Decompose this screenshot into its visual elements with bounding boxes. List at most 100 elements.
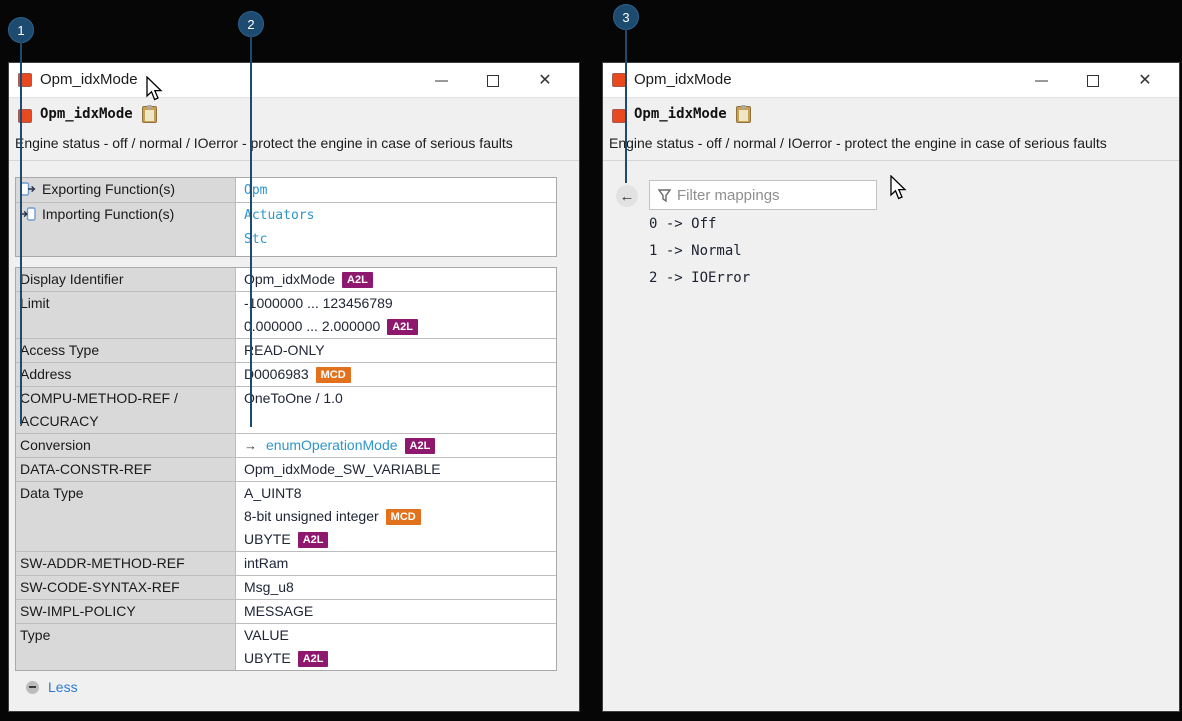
property-value-text: A_UINT8 (244, 485, 302, 501)
right-window-title: Opm_idxMode (634, 63, 732, 97)
less-expander[interactable]: Less (26, 679, 579, 695)
property-value: -1000000 ... 1234567890.000000 ... 2.000… (236, 292, 556, 338)
property-value-line: 8-bit unsigned integer MCD (244, 505, 548, 528)
a2l-badge: A2L (342, 272, 373, 288)
a2l-badge: A2L (298, 651, 329, 667)
conversion-link[interactable]: enumOperationMode (266, 437, 398, 453)
property-label: Access Type (16, 339, 236, 362)
left-window-title: Opm_idxMode (40, 63, 138, 97)
left-titlebar[interactable]: Opm_idxMode ✕ (9, 63, 579, 98)
property-value-text: Opm_idxMode (244, 271, 335, 287)
property-value-line: MESSAGE (244, 600, 548, 623)
export-function-icon (20, 182, 36, 196)
mappings-list: 0 -> Off1 -> Normal2 -> IOError (649, 211, 750, 292)
property-value: OneToOne / 1.0 (236, 387, 556, 433)
minimize-button[interactable] (1015, 63, 1067, 98)
mcd-badge: MCD (386, 509, 421, 525)
property-row: DATA-CONSTR-REFOpm_idxMode_SW_VARIABLE (16, 458, 556, 482)
property-row: Address D0006983 MCD (16, 363, 556, 387)
property-value: READ-ONLY (236, 339, 556, 362)
close-button[interactable]: ✕ (1119, 63, 1171, 98)
mapping-item: 1 -> Normal (649, 238, 750, 265)
function-link[interactable]: Opm (244, 183, 267, 198)
maximize-icon (1087, 75, 1099, 87)
clipboard-icon[interactable] (736, 106, 751, 123)
property-value-text: VALUE (244, 627, 289, 643)
filter-mappings-input[interactable] (677, 187, 876, 204)
function-row-label: Exporting Function(s) (42, 178, 175, 201)
less-link[interactable]: Less (48, 679, 78, 695)
property-value-text: UBYTE (244, 531, 291, 547)
property-table: Display IdentifierOpm_idxModeA2LLimit-10… (15, 267, 557, 671)
function-row: Importing Function(s) Actuators Stc (16, 203, 556, 256)
function-link[interactable]: Actuators (244, 208, 314, 223)
property-value-text: intRam (244, 555, 288, 571)
property-value-line: Msg_u8 (244, 576, 548, 599)
property-row: Display Identifier Opm_idxMode A2L (16, 268, 556, 292)
close-button[interactable]: ✕ (519, 63, 571, 98)
goto-conversion-arrow-icon[interactable]: → (244, 438, 257, 453)
property-value-text: Msg_u8 (244, 579, 294, 595)
maximize-button[interactable] (467, 63, 519, 98)
maximize-icon (487, 75, 499, 87)
property-label: SW-ADDR-METHOD-REF (16, 552, 236, 575)
function-link-line: Stc (244, 227, 548, 251)
callout-badge-2: 2 (238, 11, 264, 37)
property-value-text: Opm_idxMode_SW_VARIABLE (244, 461, 441, 477)
right-object-header: Opm_idxMode Engine status - off / normal… (603, 98, 1179, 161)
function-row-values: Opm (236, 178, 556, 202)
a2l-badge: A2L (298, 532, 329, 548)
minimize-button[interactable] (415, 63, 467, 98)
back-arrow-icon[interactable]: ← (616, 185, 638, 207)
property-value: → enumOperationMode A2L (236, 434, 556, 457)
clipboard-icon[interactable] (142, 106, 157, 123)
filter-mappings-box (649, 180, 877, 210)
close-icon: ✕ (1138, 73, 1151, 89)
function-link-line: Opm (244, 178, 548, 202)
maximize-button[interactable] (1067, 63, 1119, 98)
property-label: COMPU-METHOD-REF / ACCURACY (16, 387, 236, 433)
property-value: VALUE UBYTEA2L (236, 624, 556, 670)
collapse-minus-icon[interactable] (26, 681, 39, 694)
property-value: Opm_idxMode A2L (236, 268, 556, 291)
property-label: SW-CODE-SYNTAX-REF (16, 576, 236, 599)
property-value-line: UBYTE A2L (244, 528, 548, 551)
property-value-line: Opm_idxMode A2L (244, 268, 548, 291)
property-label: Display Identifier (16, 268, 236, 291)
a2l-badge: A2L (405, 438, 436, 454)
function-link[interactable]: Stc (244, 232, 267, 247)
property-value-line: intRam (244, 552, 548, 575)
right-content: ← 0 -> Off1 -> Normal2 -> IOError (603, 161, 1179, 711)
property-row: SW-IMPL-POLICYMESSAGE (16, 600, 556, 624)
property-value-text: 8-bit unsigned integer (244, 508, 379, 524)
right-titlebar[interactable]: Opm_idxMode ✕ (603, 63, 1179, 98)
property-row: SW-CODE-SYNTAX-REF Msg_u8 (16, 576, 556, 600)
property-label: Address (16, 363, 236, 386)
function-link-line: Actuators (244, 203, 548, 227)
mapping-item: 0 -> Off (649, 211, 750, 238)
property-value-line: UBYTEA2L (244, 647, 548, 670)
left-content: Exporting Function(s) Opm Importing Functi… (9, 161, 579, 711)
object-name: Opm_idxMode (634, 106, 727, 122)
callout-line-2 (250, 36, 252, 427)
minimize-icon (1035, 80, 1048, 82)
minimize-icon (435, 80, 448, 82)
left-window-controls: ✕ (415, 63, 571, 98)
property-value-line: VALUE (244, 624, 548, 647)
conversion-mappings-window: Opm_idxMode ✕ Opm_idxMode Engine status … (602, 62, 1180, 712)
property-value: intRam (236, 552, 556, 575)
property-value-text: D0006983 (244, 366, 309, 382)
callout-badge-3: 3 (613, 4, 639, 30)
filter-funnel-icon (658, 189, 671, 202)
callout-badge-1: 1 (8, 17, 34, 43)
mcd-badge: MCD (316, 367, 351, 383)
property-value-line: -1000000 ... 123456789 (244, 292, 548, 315)
property-row: Limit-1000000 ... 1234567890.000000 ... … (16, 292, 556, 339)
property-label: Limit (16, 292, 236, 338)
function-row-label-cell: Importing Function(s) (16, 203, 236, 256)
property-row: Data TypeA_UINT88-bit unsigned integerMC… (16, 482, 556, 552)
function-row-values: Actuators Stc (236, 203, 556, 256)
import-function-icon (20, 207, 36, 221)
property-value: D0006983 MCD (236, 363, 556, 386)
app-icon (612, 73, 626, 87)
